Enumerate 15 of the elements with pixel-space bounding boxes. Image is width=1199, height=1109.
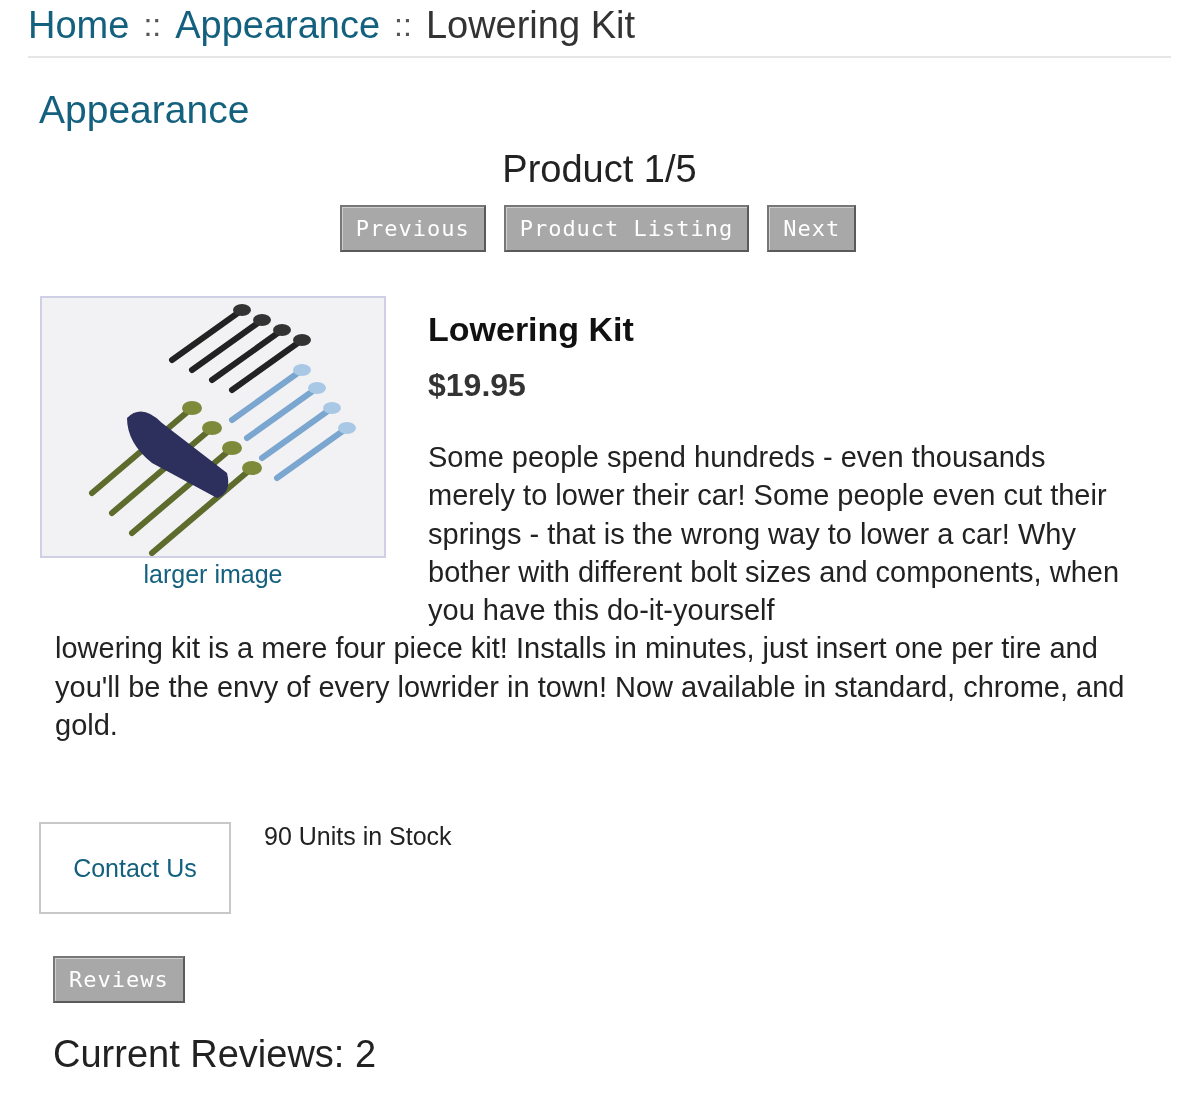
breadcrumb-separator: :: — [143, 6, 162, 44]
review-count: Current Reviews: 2 — [53, 1033, 378, 1077]
larger-image-link[interactable]: larger image — [143, 560, 283, 589]
product-description: lowering kit is a mere four piece kit! Installs in minutes, just insert one per tire and you'll be the envy of every lowrider in town! Now available in standard, chrome, and gold. — [55, 631, 1126, 744]
product-counter: Product 1/5 — [501, 148, 698, 191]
stock-status: 90 Units in Stock — [264, 822, 452, 852]
breadcrumb-current: Lowering Kit — [425, 3, 635, 47]
breadcrumb-separator: :: — [394, 6, 412, 44]
breadcrumb-link[interactable]: Appearance — [175, 3, 381, 47]
product-name: Lowering Kit — [428, 309, 635, 349]
breadcrumb-link[interactable]: Home — [28, 3, 130, 47]
product-description: Some people spend hundreds - even thousands merely to lower their car! Some people even cut their springs - that is the wrong way to lower a car! Why bother with different bolt sizes and components, when you have this do-it-yourself — [428, 440, 1121, 629]
category-heading: Appearance — [39, 88, 251, 132]
contact-button[interactable]: Contact Us — [39, 822, 231, 915]
product-price: $19.95 — [428, 367, 527, 404]
